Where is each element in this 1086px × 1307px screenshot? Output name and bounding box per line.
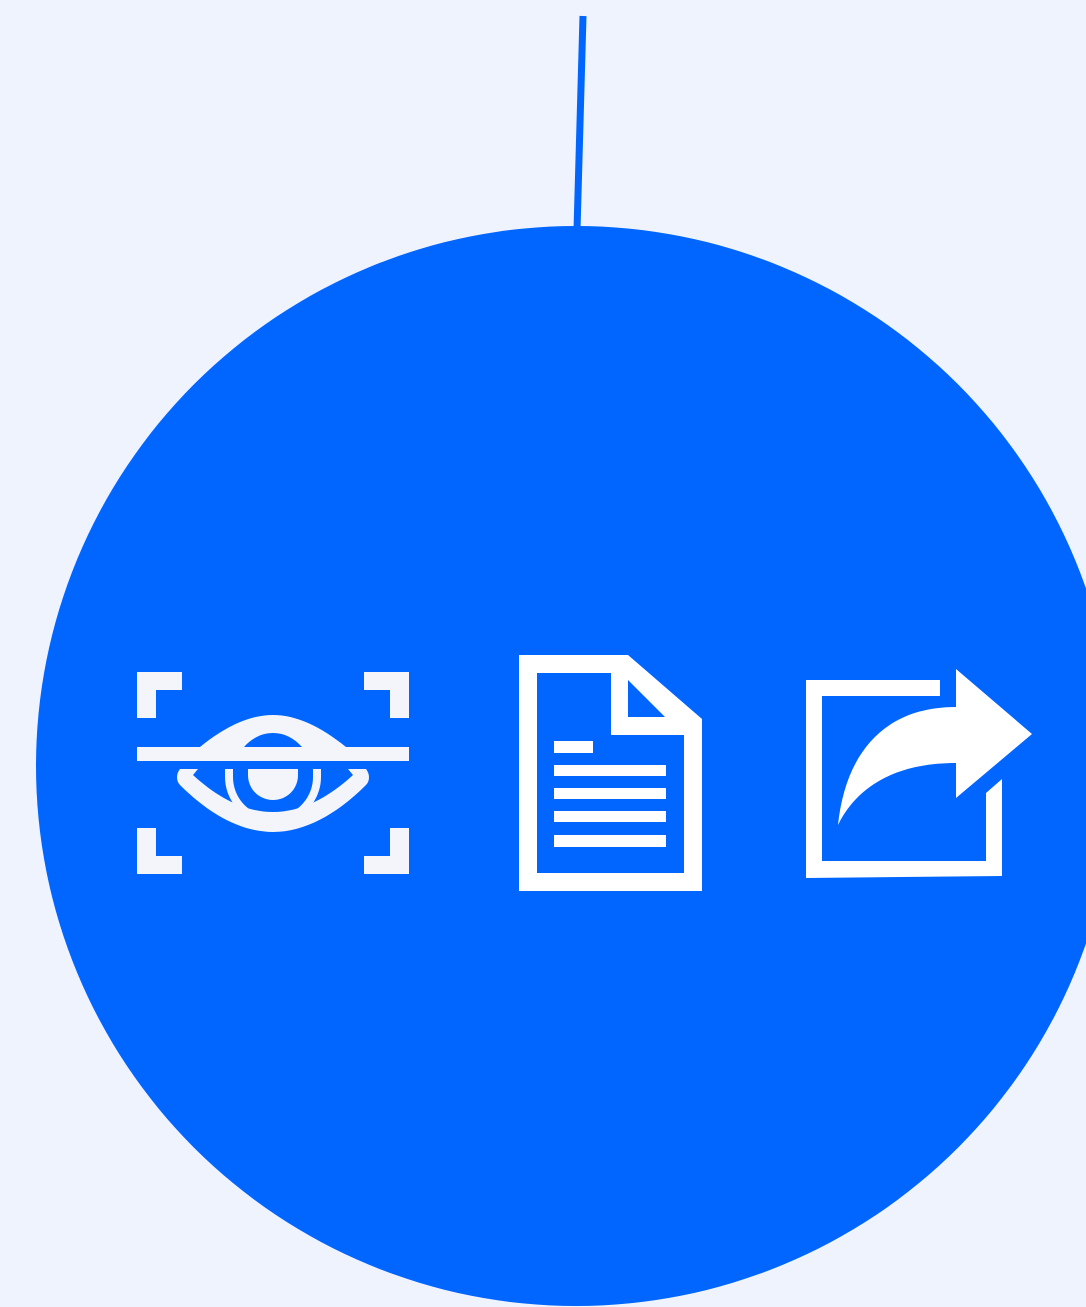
illustration — [36, 15, 1086, 1306]
hanging-string — [573, 15, 587, 231]
canvas — [0, 0, 1086, 1307]
